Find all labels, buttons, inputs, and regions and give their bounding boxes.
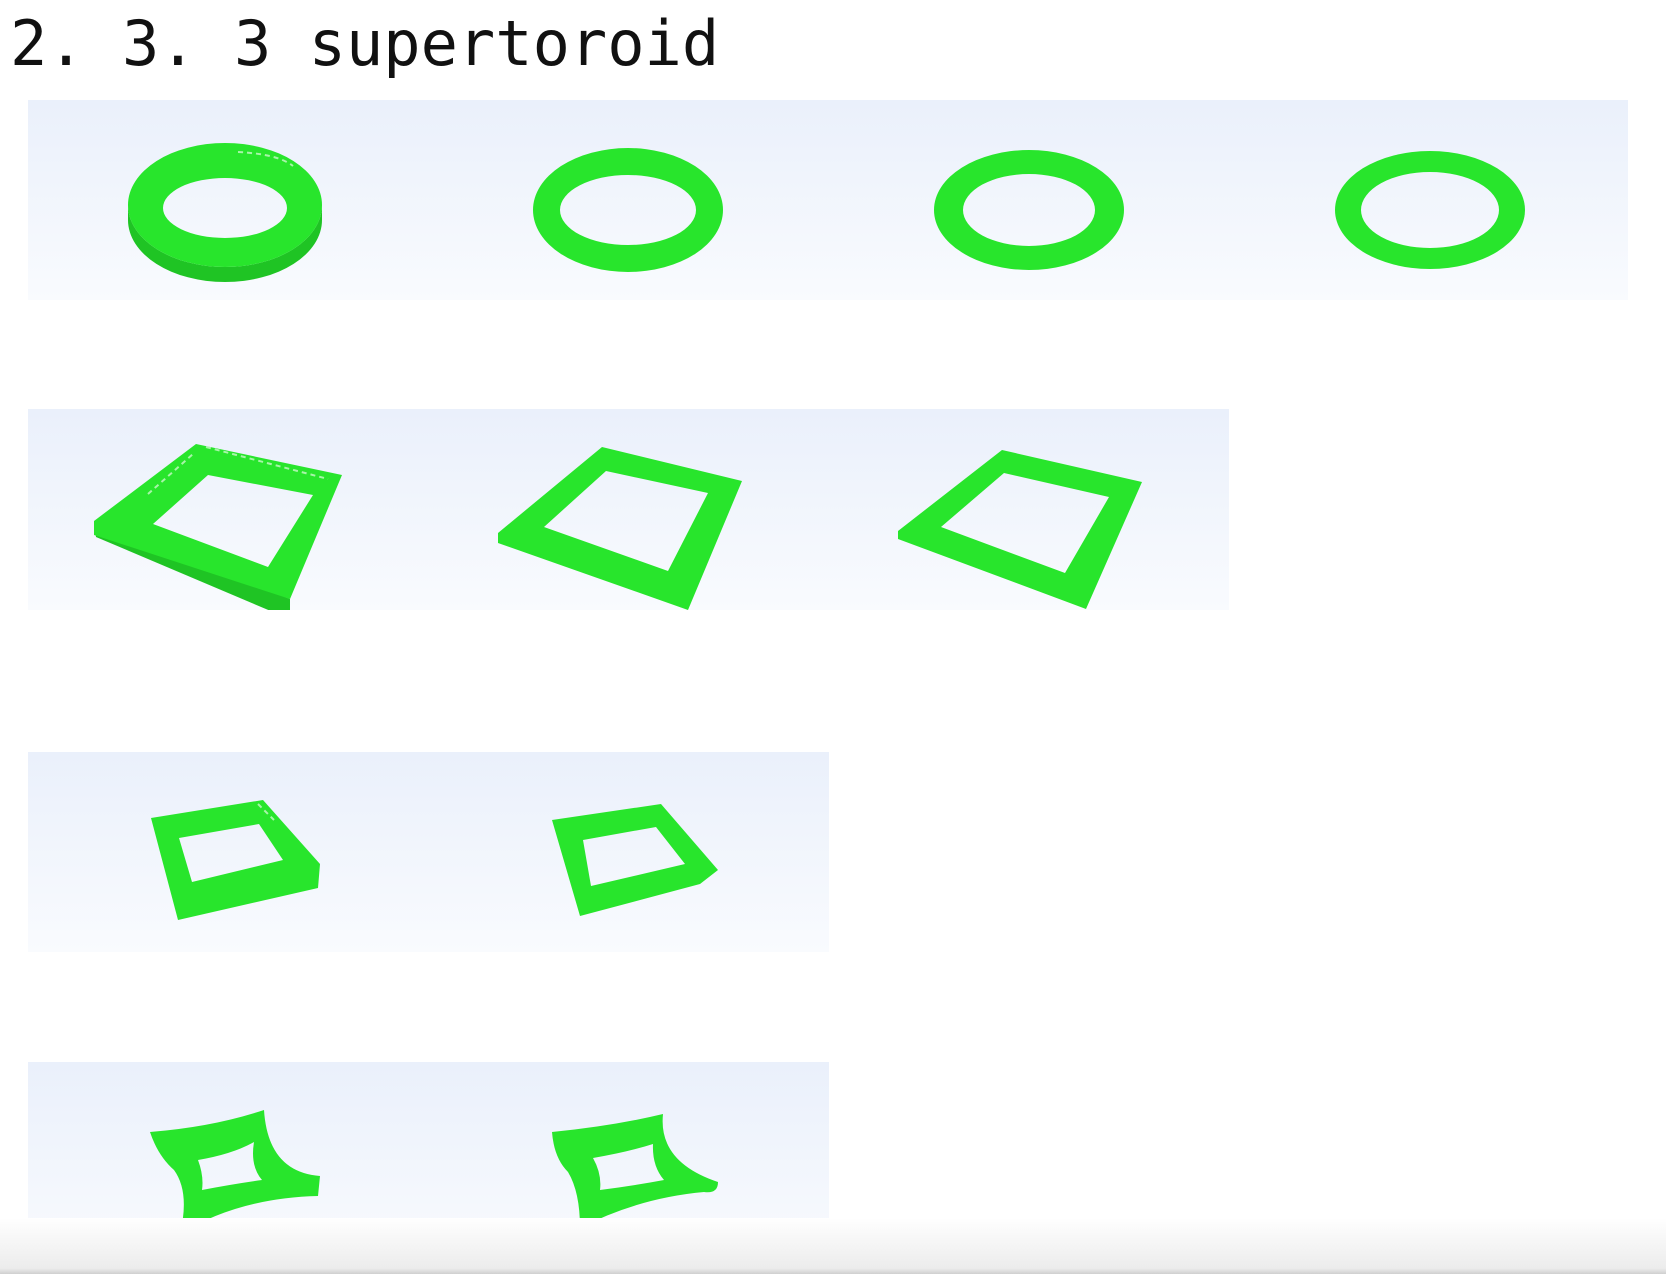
supertoroid-render [934,150,1124,270]
supertoroid-render [533,148,723,272]
figure-row-small-square-rings [28,752,829,952]
supertoroid-render [498,447,742,610]
supertoroid-render [127,142,322,283]
supertoroid-render [552,804,718,916]
figure-row-square-rings [28,409,1229,610]
supertoroid-render [552,1114,718,1228]
section-title: 2. 3. 3 supertoroid [10,7,720,80]
supertoroid-render [1335,151,1525,269]
figure-row-astroid-rings [28,1062,829,1262]
figure-row-circular-rings [28,100,1628,300]
supertoroid-render [150,1110,320,1234]
supertoroid-render [151,800,320,920]
supertoroid-render [94,444,342,610]
supertoroid-render [898,450,1142,609]
